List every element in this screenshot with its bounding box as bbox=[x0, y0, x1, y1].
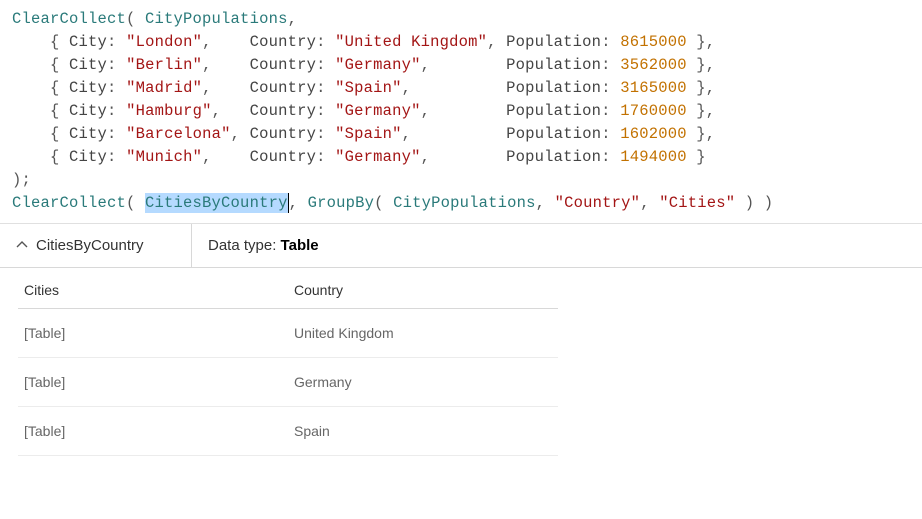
chevron-up-icon bbox=[16, 241, 26, 251]
table-header-row: Cities Country bbox=[18, 268, 558, 309]
selected-token: CitiesByCountry bbox=[145, 193, 289, 213]
cell-country: United Kingdom bbox=[288, 309, 558, 358]
column-header-cities[interactable]: Cities bbox=[18, 268, 288, 309]
fn-clearcollect: ClearCollect bbox=[12, 10, 126, 28]
cell-cities[interactable]: [Table] bbox=[18, 358, 288, 407]
result-name-toggle[interactable]: CitiesByCountry bbox=[0, 224, 192, 267]
var-citypopulations: CityPopulations bbox=[145, 10, 288, 28]
result-table: Cities Country [Table] United Kingdom [T… bbox=[18, 268, 558, 456]
result-header-bar: CitiesByCountry Data type: Table bbox=[0, 224, 922, 268]
column-header-country[interactable]: Country bbox=[288, 268, 558, 309]
result-variable-name: CitiesByCountry bbox=[36, 237, 144, 254]
cell-country: Spain bbox=[288, 407, 558, 456]
datatype-label: Data type: Table bbox=[192, 237, 335, 254]
cell-country: Germany bbox=[288, 358, 558, 407]
cell-cities[interactable]: [Table] bbox=[18, 407, 288, 456]
table-row[interactable]: [Table] Spain bbox=[18, 407, 558, 456]
table-row[interactable]: [Table] Germany bbox=[18, 358, 558, 407]
cell-cities[interactable]: [Table] bbox=[18, 309, 288, 358]
formula-editor[interactable]: ClearCollect( CityPopulations, { City: "… bbox=[0, 0, 922, 224]
result-table-container: Cities Country [Table] United Kingdom [T… bbox=[0, 268, 922, 456]
table-row[interactable]: [Table] United Kingdom bbox=[18, 309, 558, 358]
